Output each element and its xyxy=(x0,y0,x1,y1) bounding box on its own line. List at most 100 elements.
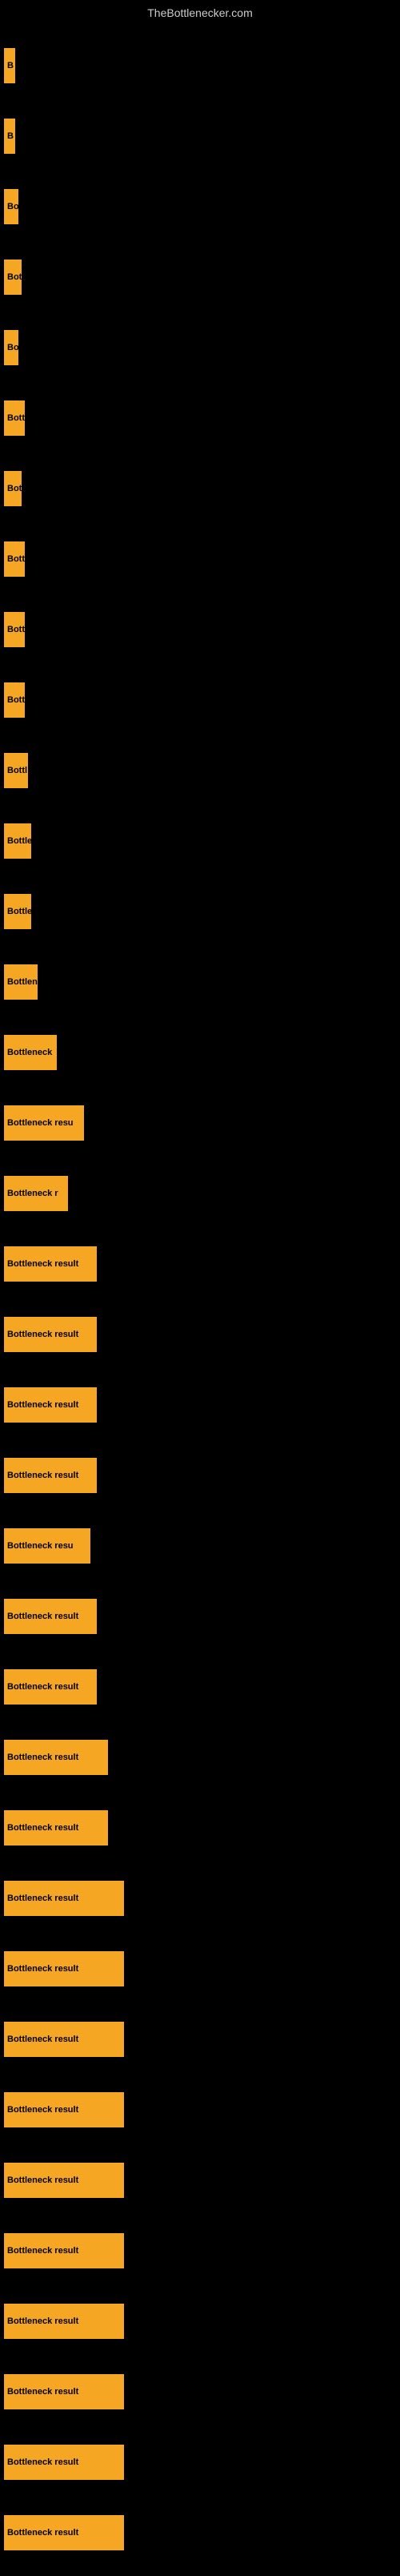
bar-label-17: Bottleneck result xyxy=(7,1259,78,1269)
bar-label-32: Bottleneck result xyxy=(7,2316,78,2326)
bar-14: Bottleneck xyxy=(4,1035,57,1070)
bar-row: Bottleneck result xyxy=(4,1652,400,1722)
bar-label-34: Bottleneck result xyxy=(7,2457,78,2467)
bar-label-7: Bott xyxy=(7,554,25,564)
bar-23: Bottleneck result xyxy=(4,1669,97,1705)
bar-label-11: Bottle xyxy=(7,836,31,846)
bar-row: Bottleneck result xyxy=(4,2357,400,2427)
bar-row: Bottleneck result xyxy=(4,2286,400,2357)
bar-24: Bottleneck result xyxy=(4,1740,108,1775)
bar-row: Bottleneck resu xyxy=(4,1088,400,1158)
bar-row: Bo xyxy=(4,312,400,383)
bar-row: Bot xyxy=(4,242,400,312)
bar-row: Bottleneck result xyxy=(4,1722,400,1793)
bar-row: Bottleneck result xyxy=(4,2498,400,2568)
bar-5: Bott xyxy=(4,400,25,436)
bar-label-16: Bottleneck r xyxy=(7,1189,58,1198)
bar-6: Bot xyxy=(4,471,22,506)
bar-label-13: Bottlen xyxy=(7,977,38,987)
bar-label-6: Bot xyxy=(7,484,22,493)
bar-label-21: Bottleneck resu xyxy=(7,1541,74,1551)
bar-3: Bot xyxy=(4,260,22,295)
bar-label-18: Bottleneck result xyxy=(7,1330,78,1339)
bar-25: Bottleneck result xyxy=(4,1810,108,1845)
bar-label-9: Bott xyxy=(7,695,25,705)
bar-row: Bottleneck result xyxy=(4,1299,400,1370)
bar-12: Bottle xyxy=(4,894,31,929)
bar-label-19: Bottleneck result xyxy=(7,1400,78,1410)
bar-35: Bottleneck result xyxy=(4,2515,124,2550)
bar-label-3: Bot xyxy=(7,272,22,282)
bar-row: Bottleneck xyxy=(4,1017,400,1088)
bar-label-8: Bott xyxy=(7,625,25,634)
bar-row: Bottleneck result xyxy=(4,2216,400,2286)
bar-row: Bott xyxy=(4,665,400,735)
bar-7: Bott xyxy=(4,541,25,577)
bar-row: Bottleneck r xyxy=(4,1158,400,1229)
bar-row: Bottleneck result xyxy=(4,1440,400,1511)
bar-label-26: Bottleneck result xyxy=(7,1894,78,1903)
bar-row: Bott xyxy=(4,524,400,594)
bar-row: Bottlen xyxy=(4,947,400,1017)
bar-9: Bott xyxy=(4,682,25,718)
bar-26: Bottleneck result xyxy=(4,1881,124,1916)
bar-1: B xyxy=(4,119,15,154)
bar-8: Bott xyxy=(4,612,25,647)
bar-row: Bottleneck result xyxy=(4,1934,400,2004)
bar-34: Bottleneck result xyxy=(4,2445,124,2480)
bar-row: Bottleneck result xyxy=(4,1863,400,1934)
bar-label-35: Bottleneck result xyxy=(7,2528,78,2538)
bar-row: Bott xyxy=(4,594,400,665)
bar-27: Bottleneck result xyxy=(4,1951,124,1986)
bar-2: Bo xyxy=(4,189,18,224)
bar-16: Bottleneck r xyxy=(4,1176,68,1211)
bar-label-14: Bottleneck xyxy=(7,1048,52,1057)
bar-18: Bottleneck result xyxy=(4,1317,97,1352)
bar-label-4: Bo xyxy=(7,343,18,352)
bar-4: Bo xyxy=(4,330,18,365)
site-title: TheBottlenecker.com xyxy=(0,0,400,22)
bar-label-15: Bottleneck resu xyxy=(7,1118,74,1128)
bar-label-27: Bottleneck result xyxy=(7,1964,78,1974)
bar-label-31: Bottleneck result xyxy=(7,2246,78,2256)
bar-21: Bottleneck resu xyxy=(4,1528,90,1564)
bar-label-10: Bottl xyxy=(7,766,27,775)
bar-label-33: Bottleneck result xyxy=(7,2387,78,2397)
bar-label-20: Bottleneck result xyxy=(7,1471,78,1480)
bar-label-12: Bottle xyxy=(7,907,31,916)
bar-11: Bottle xyxy=(4,823,31,859)
bar-label-0: B xyxy=(7,61,14,70)
bar-10: Bottl xyxy=(4,753,28,788)
bar-row: Bottleneck result xyxy=(4,1793,400,1863)
bar-label-28: Bottleneck result xyxy=(7,2035,78,2044)
bar-15: Bottleneck resu xyxy=(4,1105,84,1141)
bar-17: Bottleneck result xyxy=(4,1246,97,1282)
bar-32: Bottleneck result xyxy=(4,2304,124,2339)
bar-row: Bottleneck result xyxy=(4,2075,400,2145)
bar-row: B xyxy=(4,101,400,171)
bar-row: Bottle xyxy=(4,806,400,876)
bar-13: Bottlen xyxy=(4,964,38,1000)
bar-22: Bottleneck result xyxy=(4,1599,97,1634)
bar-row: Bottleneck result xyxy=(4,1581,400,1652)
bar-30: Bottleneck result xyxy=(4,2163,124,2198)
bar-row: Bottl xyxy=(4,735,400,806)
bar-0: B xyxy=(4,48,15,83)
bar-row: Bott xyxy=(4,383,400,453)
bar-label-24: Bottleneck result xyxy=(7,1753,78,1762)
bar-20: Bottleneck result xyxy=(4,1458,97,1493)
bar-row: Bo xyxy=(4,171,400,242)
bar-label-2: Bo xyxy=(7,202,18,211)
bar-31: Bottleneck result xyxy=(4,2233,124,2268)
bar-label-1: B xyxy=(7,131,14,141)
bar-row: Bottleneck result xyxy=(4,2004,400,2075)
bar-33: Bottleneck result xyxy=(4,2374,124,2409)
bar-29: Bottleneck result xyxy=(4,2092,124,2127)
bar-28: Bottleneck result xyxy=(4,2022,124,2057)
bar-label-29: Bottleneck result xyxy=(7,2105,78,2115)
bar-row: Bottleneck result xyxy=(4,2145,400,2216)
bar-row: Bot xyxy=(4,453,400,524)
bar-row: Bottleneck result xyxy=(4,1370,400,1440)
bar-row: B xyxy=(4,30,400,101)
bar-label-23: Bottleneck result xyxy=(7,1682,78,1692)
